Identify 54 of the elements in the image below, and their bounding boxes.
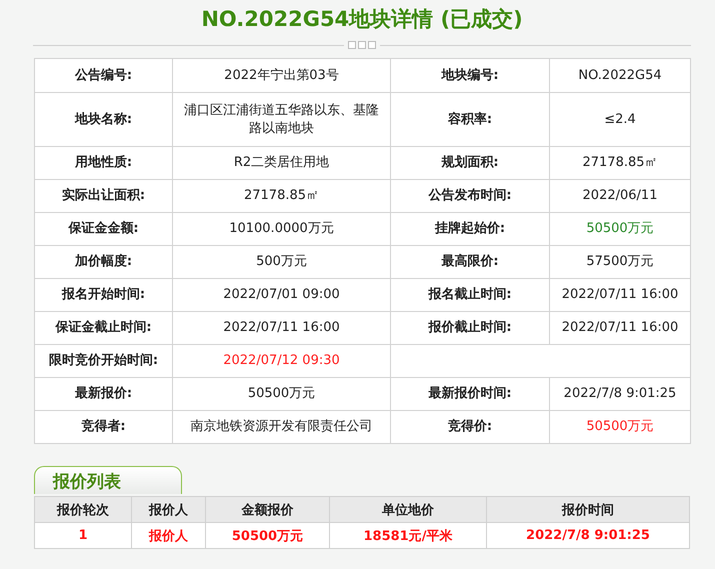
field-label: 公告发布时间:: [390, 180, 550, 212]
field-value: R2二类居住用地: [172, 146, 390, 180]
field-label: 挂牌起始价:: [390, 212, 550, 246]
field-value: 27178.85㎡: [550, 146, 690, 180]
field-label: 保证金金额:: [34, 212, 172, 246]
field-label: 地块编号:: [390, 58, 550, 92]
field-label: 报名截止时间:: [390, 278, 550, 312]
field-value: 50500万元: [550, 410, 690, 444]
field-label: 实际出让面积:: [34, 180, 172, 212]
field-label: 规划面积:: [390, 146, 550, 180]
field-label: 容积率:: [390, 92, 550, 146]
field-label: 最新报价:: [34, 378, 172, 410]
field-value: 2022/07/11 16:00: [550, 278, 690, 312]
page-title: NO.2022G54地块详情 (已成交): [200, 6, 524, 33]
field-label: 保证金截止时间:: [34, 312, 172, 344]
field-value: 50500万元: [550, 212, 690, 246]
field-label: 用地性质:: [34, 146, 172, 180]
table-cell: 1: [34, 522, 132, 548]
field-label: 地块名称:: [34, 92, 172, 146]
field-value: 2022/07/11 16:00: [550, 312, 690, 344]
table-cell: 2022/7/8 9:01:25: [486, 522, 690, 548]
table-cell: 报价人: [132, 522, 206, 548]
field-label: 报价截止时间:: [390, 312, 550, 344]
field-value: 500万元: [172, 246, 390, 278]
field-value: 2022年宁出第03号: [172, 58, 390, 92]
field-label: 最新报价时间:: [390, 378, 550, 410]
field-value: 27178.85㎡: [172, 180, 390, 212]
field-value: 2022/07/11 16:00: [172, 312, 390, 344]
field-label: 加价幅度:: [34, 246, 172, 278]
field-value: 南京地铁资源开发有限责任公司: [172, 410, 390, 444]
field-value: 2022/06/11: [550, 180, 690, 212]
field-value: 50500万元: [172, 378, 390, 410]
column-header: 金额报价: [206, 496, 330, 522]
field-label: 公告编号:: [34, 58, 172, 92]
column-header: 报价人: [132, 496, 206, 522]
field-value: NO.2022G54: [550, 58, 690, 92]
field-label: 竞得价:: [390, 410, 550, 444]
section-tab[interactable]: 报价列表: [34, 466, 182, 494]
table-cell: 50500万元: [206, 522, 330, 548]
field-value: 57500万元: [550, 246, 690, 278]
table-cell: 18581元/平米: [330, 522, 486, 548]
column-header: 报价时间: [486, 496, 690, 522]
field-label: 报名开始时间:: [34, 278, 172, 312]
column-header: 单位地价: [330, 496, 486, 522]
column-header: 报价轮次: [34, 496, 132, 522]
field-label: 限时竞价开始时间:: [34, 344, 172, 378]
field-value: 2022/07/12 09:30: [172, 344, 390, 378]
field-value: 2022/07/01 09:00: [172, 278, 390, 312]
field-value: 浦口区江浦街道五华路以东、基隆路以南地块: [172, 92, 390, 146]
field-label: 最高限价:: [390, 246, 550, 278]
field-value: 10100.0000万元: [172, 212, 390, 246]
field-value: ≤2.4: [550, 92, 690, 146]
field-label: 竞得者:: [34, 410, 172, 444]
field-value: 2022/7/8 9:01:25: [550, 378, 690, 410]
